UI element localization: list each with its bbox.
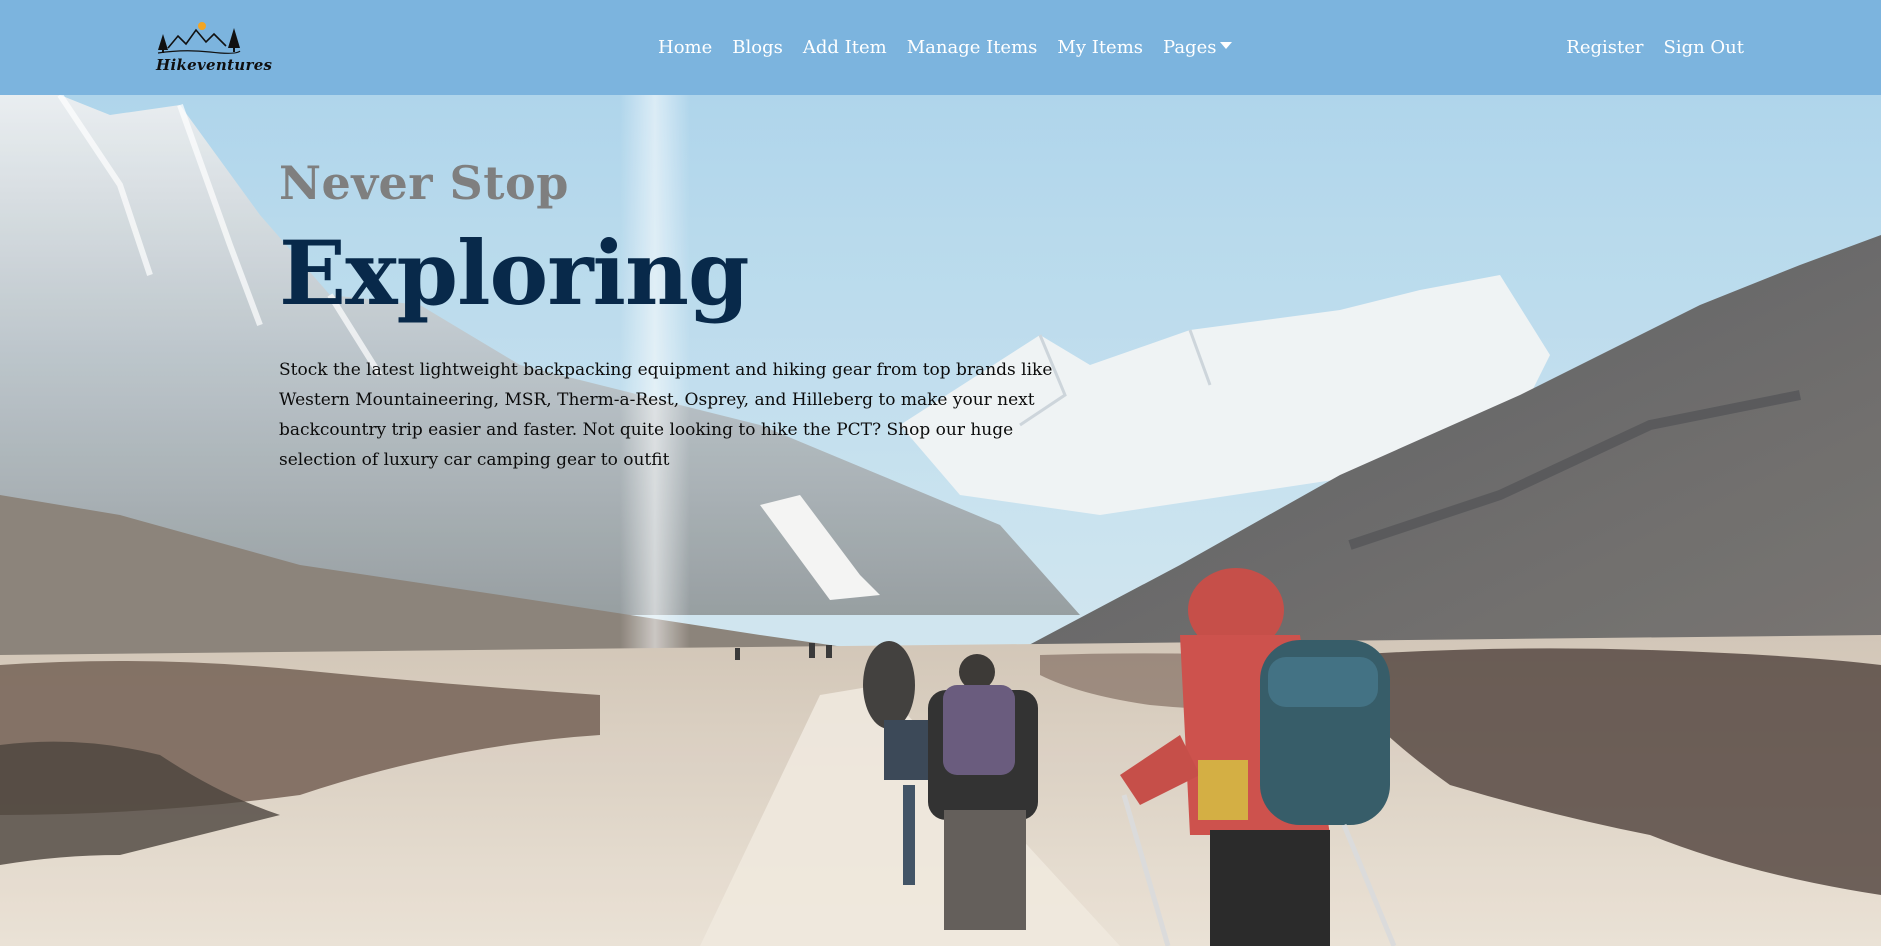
nav-add-item[interactable]: Add Item bbox=[803, 36, 887, 60]
hero-description: Stock the latest lightweight backpacking… bbox=[279, 360, 1053, 470]
hero-headline: Exploring bbox=[279, 221, 750, 325]
mountain-logo-icon bbox=[157, 22, 241, 54]
auth-nav: Register Sign Out bbox=[1566, 36, 1744, 60]
nav-pages-dropdown[interactable]: Pages bbox=[1163, 36, 1233, 60]
nav-sign-out[interactable]: Sign Out bbox=[1663, 36, 1744, 60]
nav-blogs[interactable]: Blogs bbox=[732, 36, 783, 60]
main-nav: Home Blogs Add Item Manage Items My Item… bbox=[658, 36, 1233, 60]
brand-logo[interactable]: Hikeventures bbox=[154, 20, 272, 78]
nav-manage-items[interactable]: Manage Items bbox=[907, 36, 1038, 60]
nav-my-items[interactable]: My Items bbox=[1057, 36, 1143, 60]
hero-content: Never Stop Exploring Stock the latest li… bbox=[279, 155, 1079, 475]
nav-home[interactable]: Home bbox=[658, 36, 712, 60]
brand-name: Hikeventures bbox=[156, 56, 273, 74]
hero-eyebrow: Never Stop bbox=[279, 156, 569, 210]
nav-register[interactable]: Register bbox=[1566, 36, 1643, 60]
navbar: Hikeventures Home Blogs Add Item Manage … bbox=[0, 0, 1881, 95]
nav-pages-label: Pages bbox=[1163, 37, 1217, 58]
hero-banner: Never Stop Exploring Stock the latest li… bbox=[0, 95, 1881, 946]
caret-down-icon bbox=[1220, 42, 1233, 49]
